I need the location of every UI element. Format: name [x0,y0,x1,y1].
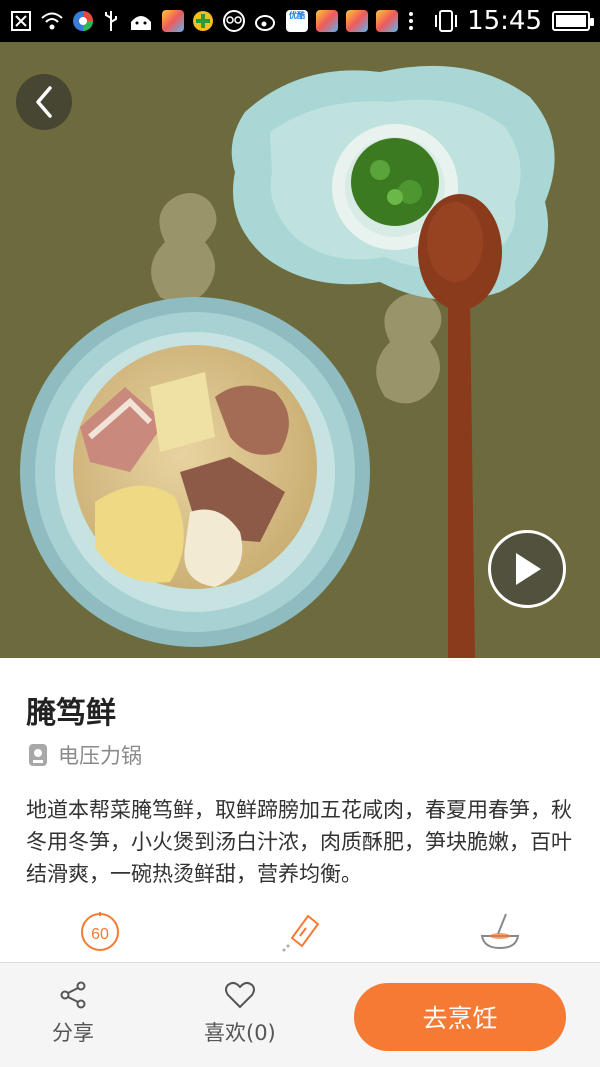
heart-icon [224,981,255,1009]
clock: 15:45 [467,6,542,36]
weibo-icon [255,15,275,31]
app-colorful-icon [73,11,93,31]
app-store-icon-3 [346,10,368,32]
play-icon [516,553,541,585]
glasses-icon [223,10,245,32]
app-store-icon-2 [316,10,338,32]
back-button[interactable] [16,74,72,130]
share-label: 分享 [52,1021,94,1045]
youku-icon: 优酷 [286,10,308,32]
recipe-description: 地道本帮菜腌笃鲜，取鲜蹄膀加五花咸肉，春夏用春笋，秋冬用冬笋，小火煲到汤白汁浓，… [26,798,572,886]
wifi-icon [41,12,63,30]
app-store-icon-4 [376,10,398,32]
green-app-icon [193,11,213,31]
seasoning-icon [282,914,320,952]
youku-label: 优酷 [289,11,305,20]
vibrate-icon [435,10,458,32]
notification-icons: 优酷 [10,10,416,32]
play-video-button[interactable] [488,530,566,608]
close-box-icon [11,11,31,31]
android-icon [131,16,151,30]
share-button[interactable]: 分享 [52,981,94,1047]
start-cooking-button[interactable]: 去烹饪 [354,983,566,1051]
cook-label: 去烹饪 [422,1004,498,1033]
like-button[interactable]: 喜欢(0) [204,981,276,1047]
battery-icon [552,11,594,31]
more-icon [409,12,413,30]
bottom-action-bar: 分享 喜欢(0) 去烹饪 [0,962,600,1067]
timer-value: 60 [91,926,109,943]
usb-icon [105,11,117,31]
device-row: 电压力锅 [28,740,142,770]
pressure-cooker-icon [29,744,47,766]
timer-icon: 60 [81,912,119,951]
status-bar: 优酷 15:45 [0,0,600,42]
status-right: 15:45 [433,6,594,36]
hero-image [0,42,600,658]
app-store-icon [162,10,184,32]
mixing-bowl-icon [480,913,520,950]
recipe-info-icons: 60 [0,908,600,960]
recipe-title: 腌笃鲜 [26,696,116,731]
like-label: 喜欢(0) [204,1021,276,1045]
chevron-left-icon [36,86,52,118]
device-label: 电压力锅 [58,744,142,768]
share-icon [60,981,86,1009]
